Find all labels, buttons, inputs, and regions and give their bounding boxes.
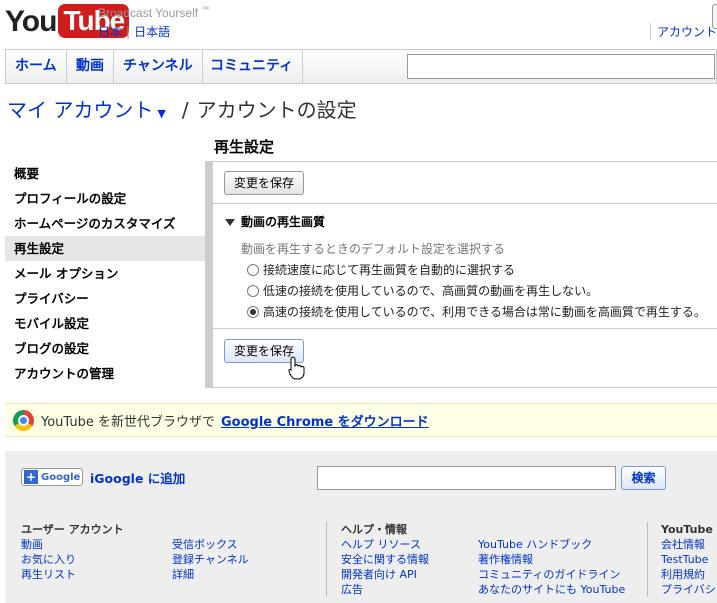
footer-link[interactable]: 再生リスト bbox=[21, 567, 124, 582]
footer-search-button[interactable]: 検索 bbox=[621, 466, 666, 490]
footer-link[interactable]: 登録チャンネル bbox=[172, 552, 249, 567]
footer-link[interactable]: 開発者向け API bbox=[341, 567, 429, 582]
footer-link[interactable]: 安全に関する情報 bbox=[341, 552, 429, 567]
quality-group-description: 動画を再生するときのデフォルト設定を選択する bbox=[241, 242, 506, 256]
quality-group-title: 動画の再生画質 bbox=[241, 215, 326, 229]
chrome-icon bbox=[13, 409, 34, 431]
quality-option-label: 接続速度に応じて再生画質を自動的に選択する bbox=[263, 263, 516, 277]
google-text: Google bbox=[41, 471, 81, 483]
footer-link[interactable]: 動画 bbox=[21, 537, 124, 552]
add-igoogle-link[interactable]: iGoogle に追加 bbox=[90, 468, 185, 487]
page-title: アカウントの設定 bbox=[196, 98, 357, 122]
footer-link[interactable]: YouTube ハンドブック bbox=[478, 537, 625, 552]
sidebar-item-account-management[interactable]: アカウントの管理 bbox=[5, 361, 205, 386]
footer-col-account: ユーザー アカウント 動画 お気に入り 再生リスト bbox=[21, 522, 124, 582]
settings-sidebar: 概要 プロフィールの設定 ホームページのカスタマイズ 再生設定 メール オプショ… bbox=[5, 161, 205, 386]
add-igoogle-button[interactable]: + Google bbox=[21, 468, 83, 486]
footer-link[interactable]: 会社情報 bbox=[661, 537, 717, 552]
radio-high[interactable] bbox=[247, 305, 259, 318]
footer-link[interactable]: 利用規約 bbox=[661, 567, 717, 582]
footer-heading: YouTube bbox=[661, 523, 713, 536]
nav-tab-community[interactable]: コミュニティ bbox=[201, 50, 304, 83]
footer-link[interactable]: お気に入り bbox=[21, 552, 124, 567]
footer-divider bbox=[647, 522, 648, 597]
sidebar-item-profile[interactable]: プロフィールの設定 bbox=[5, 186, 205, 211]
tagline-tm: ™ bbox=[201, 5, 210, 14]
search-button[interactable] bbox=[712, 4, 717, 29]
quality-group-header[interactable]: 動画の再生画質 bbox=[225, 213, 325, 230]
footer-link[interactable]: あなたのサイトにも YouTube bbox=[478, 582, 625, 597]
footer-link[interactable]: 広告 bbox=[341, 582, 429, 597]
my-account-link[interactable]: マイ アカウント bbox=[7, 98, 153, 122]
quality-option-label: 高速の接続を使用しているので、利用できる場合は常に動画を高画質で再生する。 bbox=[263, 305, 706, 319]
nav-tab-videos[interactable]: 動画 bbox=[67, 50, 114, 83]
sidebar-item-playback[interactable]: 再生設定 bbox=[5, 236, 205, 261]
search-input[interactable] bbox=[407, 54, 715, 79]
panel-divider-top bbox=[213, 161, 717, 162]
quality-option-low[interactable]: 低速の接続を使用しているので、高画質の動画を再生しない。 bbox=[247, 282, 598, 299]
footer-link[interactable]: 受信ボックス bbox=[172, 537, 249, 552]
chrome-promo-bar: YouTube を新世代ブラウザで Google Chrome をダウンロード bbox=[5, 403, 717, 437]
footer-link[interactable]: 詳細 bbox=[172, 567, 249, 582]
tagline-text: Broadcast Yourself bbox=[98, 6, 199, 20]
panel-divider-1 bbox=[213, 203, 717, 204]
footer-search-input[interactable] bbox=[317, 466, 616, 490]
sidebar-item-privacy[interactable]: プライバシー bbox=[5, 286, 205, 311]
chevron-down-icon[interactable]: ▼ bbox=[157, 107, 165, 120]
sidebar-divider bbox=[205, 161, 213, 388]
panel-divider-bottom bbox=[213, 387, 717, 388]
breadcrumb-separator: / bbox=[181, 98, 189, 122]
radio-low[interactable] bbox=[247, 284, 259, 297]
footer-link[interactable]: 著作権情報 bbox=[478, 552, 625, 567]
footer: + Google iGoogle に追加 検索 ユーザー アカウント 動画 お気に… bbox=[5, 451, 717, 603]
breadcrumb: マイ アカウント ▼ / アカウントの設定 bbox=[7, 94, 357, 123]
section-title: 再生設定 bbox=[214, 138, 275, 156]
save-button-top[interactable]: 変更を保存 bbox=[224, 171, 305, 195]
quality-option-auto[interactable]: 接続速度に応じて再生画質を自動的に選択する bbox=[247, 261, 515, 278]
footer-col-help: ヘルプ・情報 ヘルプ リソース 安全に関する情報 開発者向け API 広告 bbox=[341, 522, 429, 597]
plus-icon: + bbox=[24, 470, 38, 484]
locale-selector: 日本 | 日本語 bbox=[98, 23, 170, 40]
hand-cursor-icon bbox=[288, 356, 305, 380]
sidebar-item-homepage[interactable]: ホームページのカスタマイズ bbox=[5, 211, 205, 236]
country-link[interactable]: 日本 bbox=[98, 25, 122, 39]
nav-tab-home[interactable]: ホーム bbox=[6, 50, 67, 83]
footer-link[interactable]: プライバシー bbox=[661, 582, 717, 597]
sidebar-item-email[interactable]: メール オプション bbox=[5, 261, 205, 286]
triangle-down-icon bbox=[225, 219, 235, 226]
footer-link[interactable]: ヘルプ リソース bbox=[341, 537, 429, 552]
footer-heading: ヘルプ・情報 bbox=[341, 523, 407, 536]
tagline: Broadcast Yourself ™ bbox=[98, 5, 209, 20]
chrome-download-link[interactable]: Google Chrome をダウンロード bbox=[221, 411, 429, 430]
language-link[interactable]: 日本語 bbox=[134, 25, 170, 39]
footer-link[interactable]: TestTube bbox=[661, 552, 717, 567]
panel-divider-2 bbox=[213, 328, 717, 329]
footer-col-help-2: YouTube ハンドブック 著作権情報 コミュニティのガイドライン あなたのサ… bbox=[478, 537, 625, 597]
main-nav: ホーム 動画 チャンネル コミュニティ bbox=[5, 49, 717, 84]
radio-auto[interactable] bbox=[247, 263, 259, 276]
footer-heading: ユーザー アカウント bbox=[21, 523, 124, 536]
quality-option-label: 低速の接続を使用しているので、高画質の動画を再生しない。 bbox=[263, 284, 599, 298]
promo-text: YouTube を新世代ブラウザで bbox=[41, 414, 215, 430]
logo-you-text: You bbox=[5, 5, 57, 38]
nav-tab-channels[interactable]: チャンネル bbox=[114, 50, 203, 83]
sidebar-item-blog[interactable]: ブログの設定 bbox=[5, 336, 205, 361]
footer-col-youtube: YouTube 会社情報 TestTube 利用規約 プライバシー bbox=[661, 522, 717, 597]
account-link[interactable]: アカウント bbox=[649, 23, 717, 40]
sidebar-item-overview[interactable]: 概要 bbox=[5, 161, 205, 186]
quality-option-high[interactable]: 高速の接続を使用しているので、利用できる場合は常に動画を高画質で再生する。 bbox=[247, 303, 706, 320]
sidebar-item-mobile[interactable]: モバイル設定 bbox=[5, 311, 205, 336]
footer-col-account-2: 受信ボックス 登録チャンネル 詳細 bbox=[172, 537, 249, 582]
locale-separator: | bbox=[126, 25, 131, 39]
footer-divider bbox=[326, 522, 327, 597]
footer-link[interactable]: コミュニティのガイドライン bbox=[478, 567, 625, 582]
